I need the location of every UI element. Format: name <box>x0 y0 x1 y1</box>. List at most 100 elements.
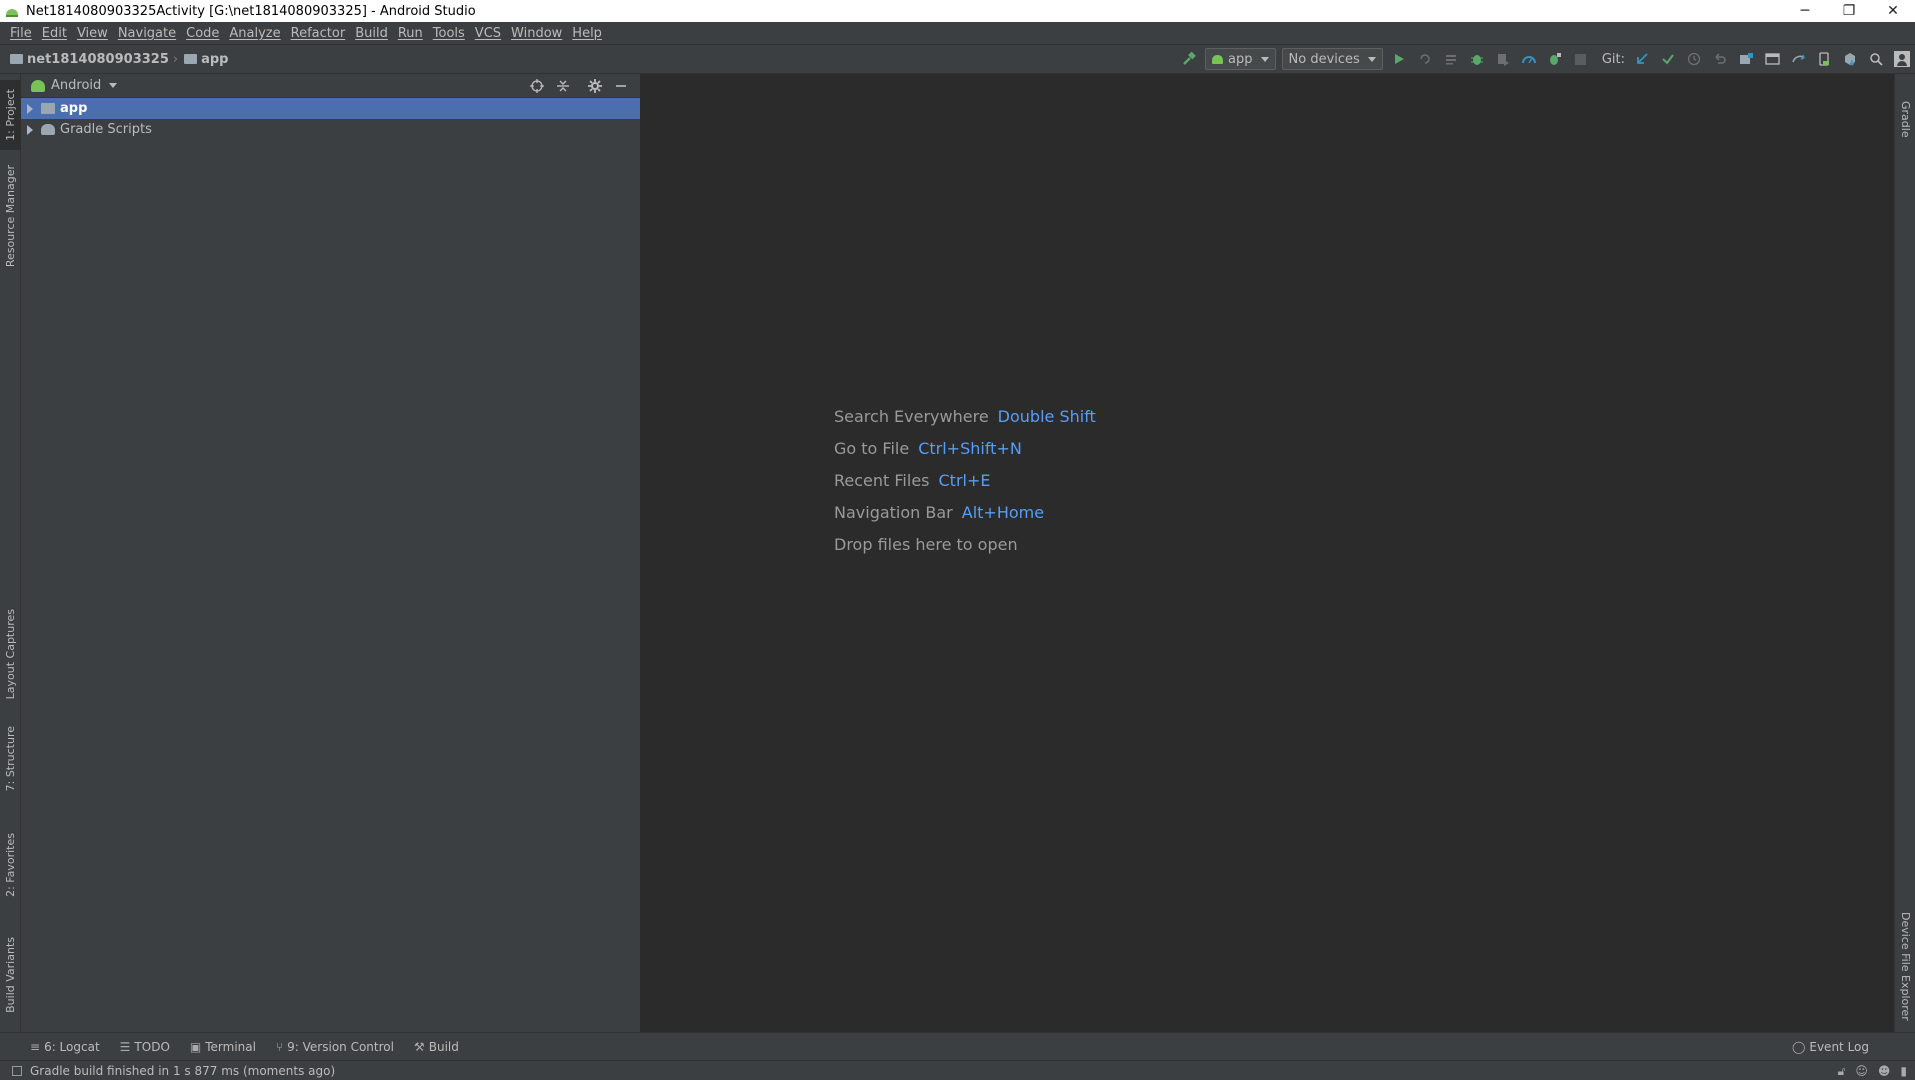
git-update-icon[interactable] <box>1629 46 1655 72</box>
git-rollback-icon[interactable] <box>1707 46 1733 72</box>
attach-debugger-icon[interactable] <box>1542 46 1568 72</box>
sdk-manager-icon[interactable] <box>1837 46 1863 72</box>
lock-icon[interactable]: 🔓︎ <box>1838 1064 1846 1079</box>
tab-terminal[interactable]: ▣ Terminal <box>190 1040 256 1054</box>
tab-logcat-label: 6: Logcat <box>44 1039 100 1054</box>
tab-logcat[interactable]: ≡ 6: Logcat <box>30 1040 100 1054</box>
device-select[interactable]: No devices <box>1281 48 1383 70</box>
folder-icon <box>184 54 198 64</box>
breadcrumb-module[interactable]: app <box>201 52 228 67</box>
git-history-icon[interactable] <box>1681 46 1707 72</box>
title-bar: Net1814080903325Activity [G:\net18140809… <box>0 0 1915 22</box>
tab-structure[interactable]: 7: Structure <box>0 724 21 794</box>
face-icon[interactable]: ☻ <box>1878 1064 1891 1078</box>
tab-build[interactable]: ⚒ Build <box>414 1040 459 1054</box>
project-panel-actions <box>524 74 634 98</box>
menu-run[interactable]: Run <box>394 26 429 41</box>
event-log-label: Event Log <box>1809 1039 1869 1054</box>
tab-resource-manager-label: Resource Manager <box>4 164 17 268</box>
tab-favorites-label: 2: Favorites <box>4 833 17 897</box>
tab-todo[interactable]: ☰ TODO <box>120 1040 170 1054</box>
device-label: No devices <box>1288 51 1360 67</box>
git-commit-icon[interactable] <box>1655 46 1681 72</box>
chevron-down-icon[interactable] <box>109 83 118 88</box>
hammer-icon[interactable] <box>1176 46 1202 72</box>
menu-bar: File Edit View Navigate Code Analyze Ref… <box>0 22 1915 44</box>
tab-project[interactable]: 1: Project <box>0 80 21 150</box>
android-icon <box>1212 54 1224 64</box>
tab-resource-manager[interactable]: Resource Manager <box>0 164 21 268</box>
git-label: Git: <box>1601 51 1625 67</box>
search-icon[interactable] <box>1863 46 1889 72</box>
memory-indicator-icon[interactable]: ▮ <box>1900 1064 1907 1078</box>
tab-gradle[interactable]: Gradle <box>1895 84 1915 154</box>
editor-empty-area[interactable]: Search Everywhere Double Shift Go to Fil… <box>642 74 1894 1032</box>
menu-view[interactable]: View <box>73 26 114 41</box>
tab-favorites[interactable]: 2: Favorites <box>0 830 21 900</box>
restore-button[interactable]: ❐ <box>1827 0 1871 22</box>
menu-code[interactable]: Code <box>182 26 225 41</box>
breadcrumb: net1814080903325 › app <box>0 52 228 67</box>
avd-manager-icon[interactable] <box>1811 46 1837 72</box>
tool-windows-toggle-icon[interactable] <box>12 1065 22 1076</box>
main-toolbar: app No devices Git: <box>1176 45 1915 73</box>
menu-help[interactable]: Help <box>568 26 608 41</box>
apply-code-changes-icon[interactable] <box>1438 46 1464 72</box>
close-button[interactable]: ✕ <box>1871 0 1915 22</box>
hint-label: Drop files here to open <box>834 534 1018 554</box>
profile-icon[interactable] <box>1516 46 1542 72</box>
menu-window[interactable]: Window <box>507 26 568 41</box>
todo-list-icon: ☰ <box>119 1039 131 1054</box>
project-panel: Android app Gradle Scripts <box>21 74 641 1032</box>
hint-drop-files: Drop files here to open <box>834 528 1096 560</box>
expand-arrow-icon[interactable] <box>27 103 33 114</box>
breadcrumb-project[interactable]: net1814080903325 <box>27 52 169 67</box>
sync-gradle-icon[interactable] <box>1785 46 1811 72</box>
tab-build-variants-label: Build Variants <box>4 937 17 1013</box>
hint-search-everywhere: Search Everywhere Double Shift <box>834 400 1096 432</box>
account-icon[interactable] <box>1889 46 1915 72</box>
menu-tools[interactable]: Tools <box>429 26 471 41</box>
left-tool-strip: 1: Project Resource Manager Layout Captu… <box>0 74 21 1032</box>
navigation-bar: net1814080903325 › app app No devices Gi… <box>0 44 1915 74</box>
tab-device-file-explorer-label: Device File Explorer <box>1899 911 1912 1021</box>
menu-vcs[interactable]: VCS <box>471 26 507 41</box>
tab-layout-captures[interactable]: Layout Captures <box>0 604 21 704</box>
chevron-down-icon <box>1367 56 1376 62</box>
menu-file[interactable]: File <box>6 26 38 41</box>
hint-label: Go to File <box>834 438 910 458</box>
smile-icon[interactable]: ☺ <box>1855 1064 1868 1078</box>
stop-icon[interactable] <box>1568 46 1594 72</box>
event-log-button[interactable]: ◯ Event Log <box>1792 1033 1869 1060</box>
tree-item-gradle-scripts[interactable]: Gradle Scripts <box>21 119 640 140</box>
minimize-button[interactable]: ─ <box>1783 0 1827 22</box>
tree-item-app[interactable]: app <box>21 98 640 119</box>
hide-panel-icon[interactable] <box>608 74 634 98</box>
tab-build-variants[interactable]: Build Variants <box>0 930 21 1020</box>
folder-icon <box>41 103 55 114</box>
project-view-mode[interactable]: Android <box>51 78 101 93</box>
menu-navigate[interactable]: Navigate <box>114 26 182 41</box>
tab-todo-label: TODO <box>134 1039 170 1054</box>
hint-shortcut: Ctrl+E <box>938 470 991 490</box>
collapse-all-icon[interactable] <box>550 74 576 98</box>
debug-icon[interactable] <box>1464 46 1490 72</box>
coverage-icon[interactable] <box>1490 46 1516 72</box>
project-structure-icon[interactable] <box>1733 46 1759 72</box>
menu-refactor[interactable]: Refactor <box>287 26 352 41</box>
status-bar: Gradle build finished in 1 s 877 ms (mom… <box>0 1060 1915 1080</box>
tab-terminal-label: Terminal <box>205 1039 256 1054</box>
tab-device-file-explorer[interactable]: Device File Explorer <box>1895 902 1915 1030</box>
layout-inspector-icon[interactable] <box>1759 46 1785 72</box>
menu-edit[interactable]: Edit <box>38 26 73 41</box>
android-studio-icon <box>6 9 18 17</box>
menu-build[interactable]: Build <box>351 26 394 41</box>
run-icon[interactable] <box>1386 46 1412 72</box>
expand-arrow-icon[interactable] <box>27 124 33 135</box>
menu-analyze[interactable]: Analyze <box>225 26 286 41</box>
apply-changes-icon[interactable] <box>1412 46 1438 72</box>
tab-version-control[interactable]: ⑂ 9: Version Control <box>276 1040 394 1054</box>
gear-icon[interactable] <box>582 74 608 98</box>
run-configuration-select[interactable]: app <box>1205 48 1276 70</box>
locate-icon[interactable] <box>524 74 550 98</box>
